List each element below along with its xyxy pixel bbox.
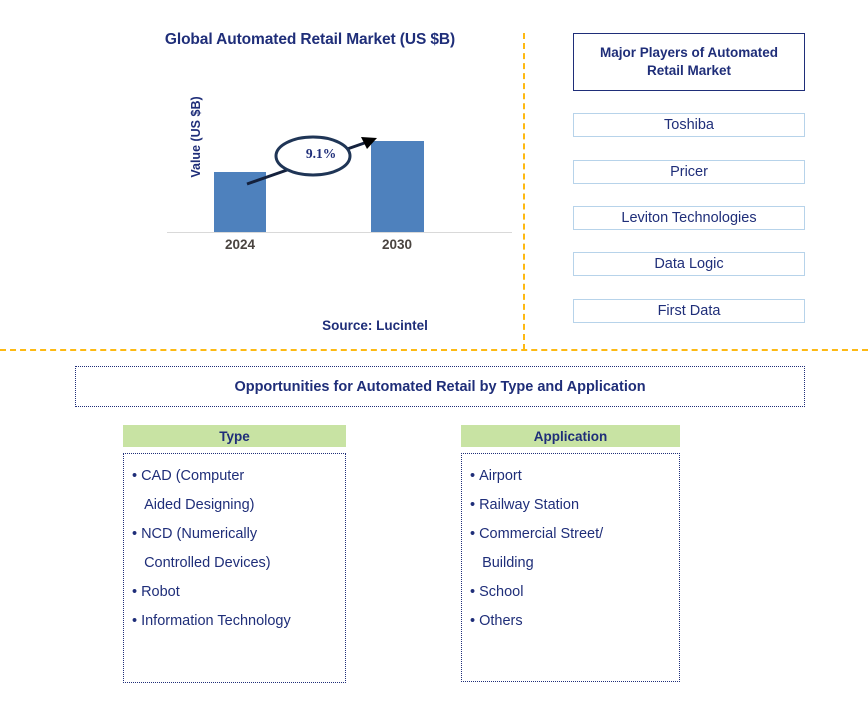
chart-title: Global Automated Retail Market (US $B) — [164, 31, 456, 48]
player-label: Toshiba — [664, 117, 714, 133]
list-item-label: Information Technology — [141, 613, 291, 629]
column-header-application: Application — [461, 425, 680, 447]
infographic-canvas: Global Automated Retail Market (US $B) V… — [0, 0, 868, 703]
major-players-header-label: Major Players of Automated Retail Market — [599, 45, 779, 78]
column-header-label: Application — [533, 428, 608, 444]
list-item: • Others — [470, 607, 673, 636]
column-header-type: Type — [123, 425, 346, 447]
bullet-icon: • — [132, 613, 138, 629]
list-item: • NCD (Numerically — [132, 520, 339, 549]
bullet-icon: • — [132, 584, 138, 600]
source-note: Source: Lucintel — [322, 318, 428, 333]
cagr-label: 9.1% — [305, 146, 337, 161]
major-players-header: Major Players of Automated Retail Market — [573, 33, 805, 91]
player-item-data-logic: Data Logic — [573, 252, 805, 276]
opportunities-heading: Opportunities for Automated Retail by Ty… — [234, 378, 646, 395]
bullet-icon: • — [470, 584, 476, 600]
list-item: • Railway Station — [470, 491, 673, 520]
x-tick-2024: 2024 — [224, 237, 256, 252]
column-body-type: • CAD (Computer Aided Designing) • NCD (Nu… — [123, 453, 346, 683]
list-item-label: Robot — [141, 584, 180, 600]
player-label: First Data — [657, 303, 721, 319]
bullet-indent — [132, 555, 140, 571]
x-tick-2030: 2030 — [381, 237, 413, 252]
column-header-label: Type — [219, 428, 250, 444]
list-item-label: Others — [479, 613, 523, 629]
list-item-label: Building — [482, 555, 534, 571]
bullet-icon: • — [132, 468, 138, 484]
player-item-leviton-technologies: Leviton Technologies — [573, 206, 805, 230]
y-axis-label: Value (US $B) — [189, 96, 203, 178]
list-item: Aided Designing) — [132, 491, 339, 520]
bullet-indent — [470, 555, 478, 571]
list-item-label: CAD (Computer — [141, 468, 245, 484]
list-item: Building — [470, 549, 673, 578]
list-item-label: Airport — [479, 468, 522, 484]
bullet-icon: • — [470, 468, 476, 484]
player-label: Data Logic — [654, 256, 724, 272]
list-item: • Commercial Street/ — [470, 520, 673, 549]
column-body-application: • Airport • Railway Station • Commercial St… — [461, 453, 680, 682]
list-item-label: School — [479, 584, 524, 600]
list-item-label: Railway Station — [479, 497, 580, 513]
list-item-label: Controlled Devices) — [144, 555, 271, 571]
bullet-icon: • — [470, 526, 476, 542]
bar-chart: Value (US $B) 2024 2030 9.1% — [150, 96, 520, 265]
vertical-divider — [523, 33, 525, 350]
list-item: • Robot — [132, 578, 339, 607]
list-item: • School — [470, 578, 673, 607]
list-item: • Airport — [470, 462, 673, 491]
x-axis-line — [167, 232, 512, 233]
bullet-icon: • — [470, 613, 476, 629]
bullet-icon: • — [470, 497, 476, 513]
horizontal-divider — [0, 349, 868, 351]
list-item-label: NCD (Numerically — [141, 526, 258, 542]
list-item: Controlled Devices) — [132, 549, 339, 578]
list-item: • Information Technology — [132, 607, 339, 636]
list-item-label: Commercial Street/ — [479, 526, 604, 542]
player-label: Leviton Technologies — [621, 210, 757, 226]
player-item-first-data: First Data — [573, 299, 805, 323]
bullet-indent — [132, 497, 140, 513]
opportunities-heading-box: Opportunities for Automated Retail by Ty… — [75, 366, 805, 407]
player-label: Pricer — [670, 164, 708, 180]
player-item-toshiba: Toshiba — [573, 113, 805, 137]
list-item: • CAD (Computer — [132, 462, 339, 491]
player-item-pricer: Pricer — [573, 160, 805, 184]
bullet-icon: • — [132, 526, 138, 542]
list-item-label: Aided Designing) — [144, 497, 255, 513]
